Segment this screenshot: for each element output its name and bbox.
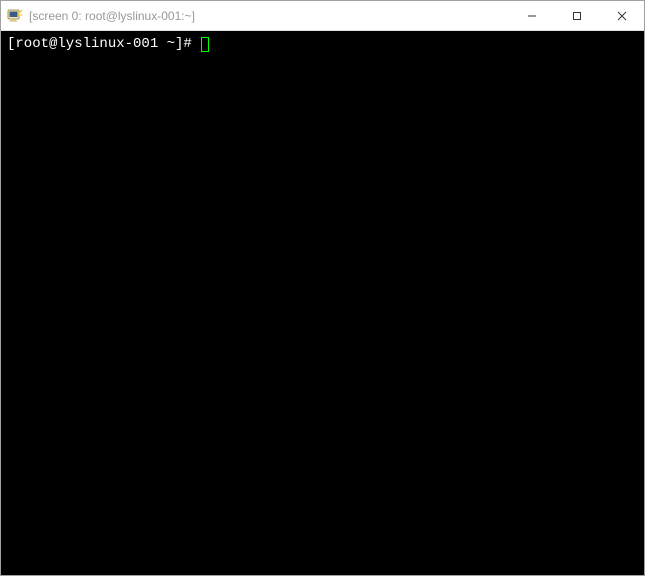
putty-window: [screen 0: root@lyslinux-001:~] [root@ly…: [0, 0, 645, 576]
titlebar[interactable]: [screen 0: root@lyslinux-001:~]: [1, 1, 644, 31]
window-controls: [509, 1, 644, 30]
putty-icon: [7, 8, 23, 24]
minimize-button[interactable]: [509, 1, 554, 30]
close-button[interactable]: [599, 1, 644, 30]
terminal-area[interactable]: [root@lyslinux-001 ~]#: [1, 31, 644, 575]
window-title: [screen 0: root@lyslinux-001:~]: [29, 9, 509, 23]
cursor: [201, 37, 209, 52]
maximize-button[interactable]: [554, 1, 599, 30]
prompt-line: [root@lyslinux-001 ~]#: [7, 35, 638, 53]
shell-prompt: [root@lyslinux-001 ~]#: [7, 36, 200, 52]
